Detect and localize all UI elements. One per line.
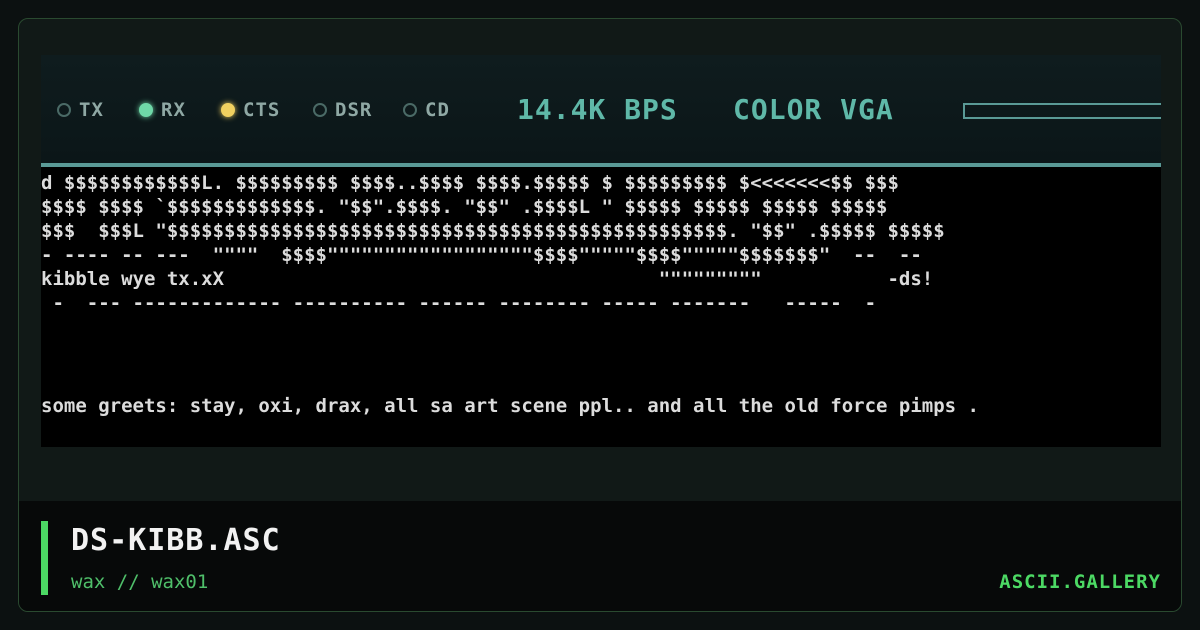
signal-meter: [963, 103, 1161, 119]
led-dsr-icon: [313, 103, 327, 117]
display-mode: COLOR VGA: [733, 93, 894, 126]
led-tx-label: TX: [79, 99, 104, 121]
ascii-art: d $$$$$$$$$$$$L. $$$$$$$$$ $$$$..$$$$ $$…: [41, 171, 1161, 315]
led-cd-label: CD: [425, 99, 450, 121]
led-dsr-label: DSR: [335, 99, 373, 121]
site-brand[interactable]: ASCII.GALLERY: [999, 571, 1161, 593]
greets-text: some greets: stay, oxi, drax, all sa art…: [41, 395, 979, 417]
modem-status-bar: TX RX CTS DSR CD 14.4K BPS COLOR VGA: [41, 55, 1161, 167]
led-cts-label: CTS: [243, 99, 281, 121]
led-cd-icon: [403, 103, 417, 117]
art-line: d $$$$$$$$$$$$L. $$$$$$$$$ $$$$..$$$$ $$…: [41, 172, 899, 194]
art-line: $$$ $$$L "$$$$$$$$$$$$$$$$$$$$$$$$$$$$$$…: [41, 220, 945, 242]
art-line: - --- ------------- ---------- ------ --…: [41, 292, 877, 314]
baud-rate: 14.4K BPS: [517, 93, 678, 126]
gallery-card: TX RX CTS DSR CD 14.4K BPS COLOR VGA d $: [18, 18, 1182, 612]
file-title: DS-KIBB.ASC: [71, 523, 281, 558]
led-cts-icon: [221, 103, 235, 117]
led-rx-icon: [139, 103, 153, 117]
author-line: wax // wax01: [71, 571, 209, 593]
ascii-screen: TX RX CTS DSR CD 14.4K BPS COLOR VGA d $: [41, 55, 1161, 447]
art-line: kibble wye tx.xX """"""""" -ds!: [41, 268, 934, 290]
led-tx: TX: [57, 99, 104, 121]
art-line: $$$$ $$$$ `$$$$$$$$$$$$$. "$$".$$$$. "$$…: [41, 196, 888, 218]
card-footer: DS-KIBB.ASC wax // wax01 ASCII.GALLERY: [19, 501, 1181, 611]
art-line: - ---- -- --- """" $$$$"""""""""""""""""…: [41, 244, 922, 266]
led-cts: CTS: [221, 99, 280, 121]
led-rx: RX: [139, 99, 186, 121]
accent-bar: [41, 521, 48, 595]
led-tx-icon: [57, 103, 71, 117]
led-rx-label: RX: [161, 99, 186, 121]
led-cd: CD: [403, 99, 450, 121]
led-dsr: DSR: [313, 99, 372, 121]
